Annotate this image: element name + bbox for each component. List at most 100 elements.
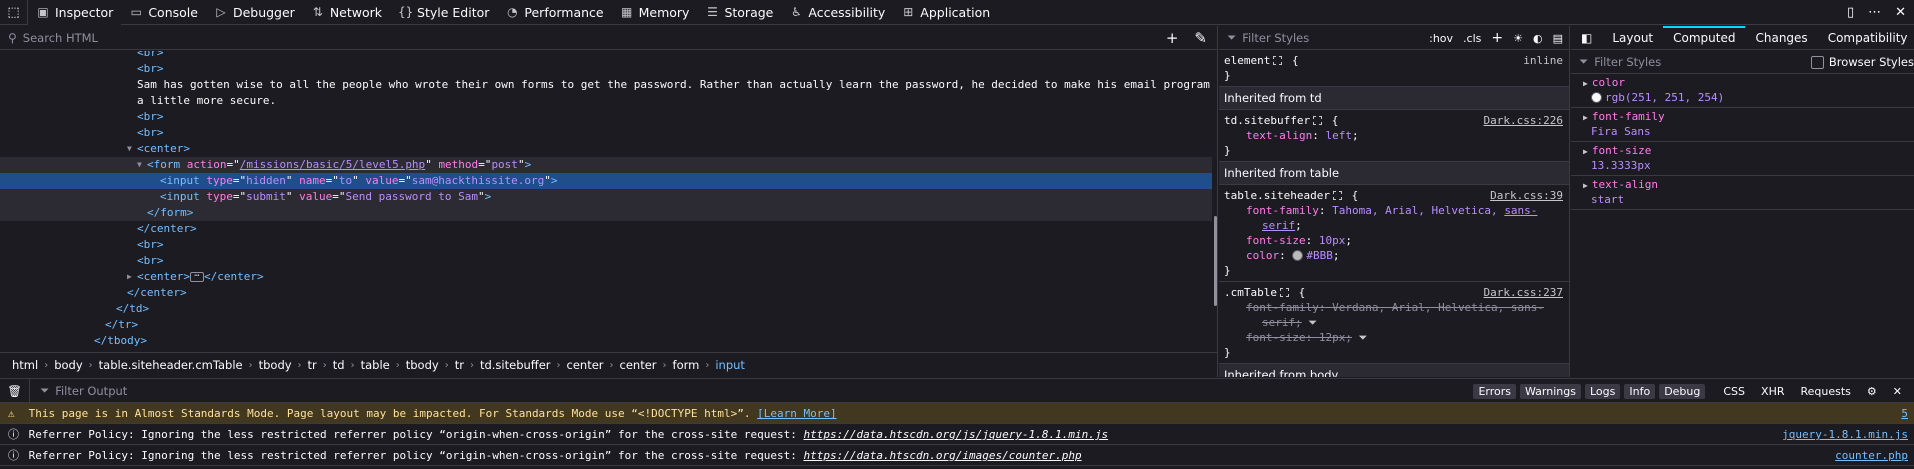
- tab-storage[interactable]: ☰ Storage: [697, 0, 781, 25]
- dark-scheme-icon[interactable]: ◐: [1533, 32, 1543, 45]
- request-url-link[interactable]: https://data.htscdn.org/images/counter.p…: [803, 449, 1081, 462]
- tree-node[interactable]: </tr>: [0, 317, 1212, 333]
- tab-computed[interactable]: Computed: [1663, 25, 1746, 50]
- tree-node[interactable]: </center>: [0, 285, 1212, 301]
- tab-layout[interactable]: Layout: [1602, 26, 1663, 50]
- breadcrumb-item[interactable]: html: [10, 358, 40, 372]
- message-location-link[interactable]: 5: [1901, 403, 1908, 424]
- tree-node[interactable]: </form>: [0, 205, 1212, 221]
- eyedropper-icon[interactable]: ✎: [1194, 29, 1207, 47]
- filter-info-button[interactable]: Info: [1624, 383, 1656, 399]
- tree-node[interactable]: <br>: [0, 253, 1212, 269]
- declaration[interactable]: color: #BBB;: [1224, 248, 1563, 263]
- breadcrumb-item[interactable]: center: [618, 358, 659, 372]
- breadcrumb-item[interactable]: table.siteheader.cmTable: [97, 358, 245, 372]
- tab-changes[interactable]: Changes: [1745, 26, 1817, 50]
- cls-toggle[interactable]: .cls: [1463, 32, 1481, 45]
- ellipsis-icon[interactable]: ⋯: [189, 272, 204, 282]
- tab-memory[interactable]: ▦ Memory: [612, 0, 698, 25]
- breadcrumb-item[interactable]: table: [359, 358, 392, 372]
- filter-icon[interactable]: ⏷: [1308, 316, 1317, 329]
- expand-triangle-icon[interactable]: ▼: [127, 141, 132, 157]
- hov-toggle[interactable]: :hov: [1429, 32, 1453, 45]
- breadcrumb-item-current[interactable]: input: [713, 358, 747, 372]
- add-rule-icon[interactable]: +: [1491, 30, 1503, 46]
- search-html-input[interactable]: Search HTML: [23, 31, 98, 45]
- expand-triangle-icon[interactable]: ▶: [1583, 79, 1588, 88]
- gear-icon[interactable]: ⚙: [1861, 384, 1883, 399]
- scrollbar[interactable]: [1214, 216, 1217, 306]
- tree-node[interactable]: <br>: [0, 51, 1212, 61]
- tree-node-center[interactable]: ▼ <center>: [0, 141, 1212, 157]
- print-media-icon[interactable]: ▤: [1553, 32, 1563, 45]
- filter-warnings-button[interactable]: Warnings: [1520, 383, 1581, 399]
- overridden-declaration[interactable]: font-family: Verdana, Arial, Helvetica, …: [1224, 300, 1563, 315]
- filter-requests-button[interactable]: Requests: [1794, 384, 1856, 399]
- color-swatch[interactable]: [1292, 250, 1304, 261]
- tree-node-input-submit[interactable]: <input type="submit" value="Send passwor…: [0, 189, 1212, 205]
- filter-output-input[interactable]: Filter Output: [55, 384, 127, 398]
- filter-xhr-button[interactable]: XHR: [1755, 384, 1790, 399]
- tree-node-center-collapsed[interactable]: ▶ <center> ⋯ </center>: [0, 269, 1212, 285]
- tree-node-input-hidden[interactable]: <input type="hidden" name="to" value="sa…: [0, 173, 1212, 189]
- tree-node[interactable]: <br>: [0, 125, 1212, 141]
- color-swatch[interactable]: [1591, 92, 1602, 103]
- responsive-design-icon[interactable]: ▯: [1847, 5, 1854, 20]
- declaration[interactable]: font-size: 10px;: [1224, 233, 1563, 248]
- rule-source-link[interactable]: Dark.css:226: [1484, 113, 1563, 128]
- expand-triangle-icon[interactable]: ▼: [137, 157, 142, 173]
- tree-node[interactable]: <br>: [0, 109, 1212, 125]
- tab-performance[interactable]: ◔ Performance: [497, 0, 611, 25]
- filter-logs-button[interactable]: Logs: [1584, 383, 1621, 399]
- collapsed-triangle-icon[interactable]: ▶: [127, 269, 132, 285]
- breadcrumb-item[interactable]: tbody: [257, 358, 294, 372]
- tab-style-editor[interactable]: {} Style Editor: [390, 0, 497, 25]
- breadcrumb-item[interactable]: body: [52, 358, 84, 372]
- breadcrumb-item[interactable]: tr: [306, 358, 319, 372]
- expand-triangle-icon[interactable]: ▶: [1583, 113, 1588, 122]
- grid-icon[interactable]: [1313, 116, 1323, 125]
- rule-source-link[interactable]: Dark.css:39: [1490, 188, 1563, 203]
- computed-property[interactable]: ▶ color rgb(251, 251, 254): [1571, 74, 1914, 108]
- tree-text-node[interactable]: a little more secure.: [0, 93, 1212, 109]
- tree-node-form[interactable]: ▼ <form action="/missions/basic/5/level5.…: [0, 157, 1212, 173]
- tree-node[interactable]: <br>: [0, 237, 1212, 253]
- close-icon[interactable]: ✕: [1887, 384, 1908, 399]
- overridden-declaration[interactable]: font-size: 12px; ⏷: [1224, 330, 1563, 345]
- grid-icon[interactable]: [1279, 288, 1289, 297]
- close-icon[interactable]: ✕: [1895, 5, 1906, 20]
- filter-css-button[interactable]: CSS: [1717, 384, 1751, 399]
- trash-icon[interactable]: 🗑: [0, 378, 30, 403]
- breadcrumb-item[interactable]: td: [331, 358, 347, 372]
- request-url-link[interactable]: https://data.htscdn.org/js/jquery-1.8.1.…: [803, 428, 1108, 441]
- filter-debug-button[interactable]: Debug: [1659, 383, 1706, 399]
- expand-triangle-icon[interactable]: ▶: [1583, 181, 1588, 190]
- tab-compatibility[interactable]: Compatibility: [1818, 26, 1914, 50]
- computed-property[interactable]: ▶ font-size 13.3333px: [1571, 142, 1914, 176]
- grid-icon[interactable]: [1273, 56, 1283, 65]
- light-scheme-icon[interactable]: ☀: [1513, 32, 1523, 45]
- learn-more-link[interactable]: [Learn More]: [757, 407, 836, 420]
- toggle-pane-icon[interactable]: ◧: [1571, 26, 1602, 50]
- filter-icon[interactable]: ⏷: [1359, 331, 1368, 344]
- tab-network[interactable]: ⇅ Network: [303, 0, 390, 25]
- expand-triangle-icon[interactable]: ▶: [1583, 147, 1588, 156]
- tab-application[interactable]: ⊞ Application: [893, 0, 998, 25]
- message-location-link[interactable]: jquery-1.8.1.min.js: [1782, 424, 1908, 445]
- breadcrumb-item[interactable]: tbody: [404, 358, 441, 372]
- browser-styles-toggle[interactable]: Browser Styles: [1810, 50, 1914, 74]
- declaration[interactable]: text-align: left;: [1224, 128, 1563, 143]
- computed-property[interactable]: ▶ text-align start: [1571, 176, 1914, 210]
- element-picker-icon[interactable]: ⬚: [0, 0, 28, 25]
- breadcrumb-item[interactable]: tr: [453, 358, 466, 372]
- grid-icon[interactable]: [1332, 191, 1342, 200]
- declaration[interactable]: font-family: Tahoma, Arial, Helvetica, s…: [1224, 203, 1563, 218]
- computed-property[interactable]: ▶ font-family Fira Sans: [1571, 108, 1914, 142]
- tree-node[interactable]: </center>: [0, 221, 1212, 237]
- rule-source-link[interactable]: Dark.css:237: [1484, 285, 1563, 300]
- message-location-link[interactable]: counter.php: [1835, 445, 1908, 466]
- tab-accessibility[interactable]: ♿ Accessibility: [781, 0, 893, 25]
- breadcrumb-item[interactable]: td.sitebuffer: [478, 358, 553, 372]
- more-options-icon[interactable]: ⋯: [1868, 5, 1881, 20]
- tree-node[interactable]: </tbody>: [0, 333, 1212, 349]
